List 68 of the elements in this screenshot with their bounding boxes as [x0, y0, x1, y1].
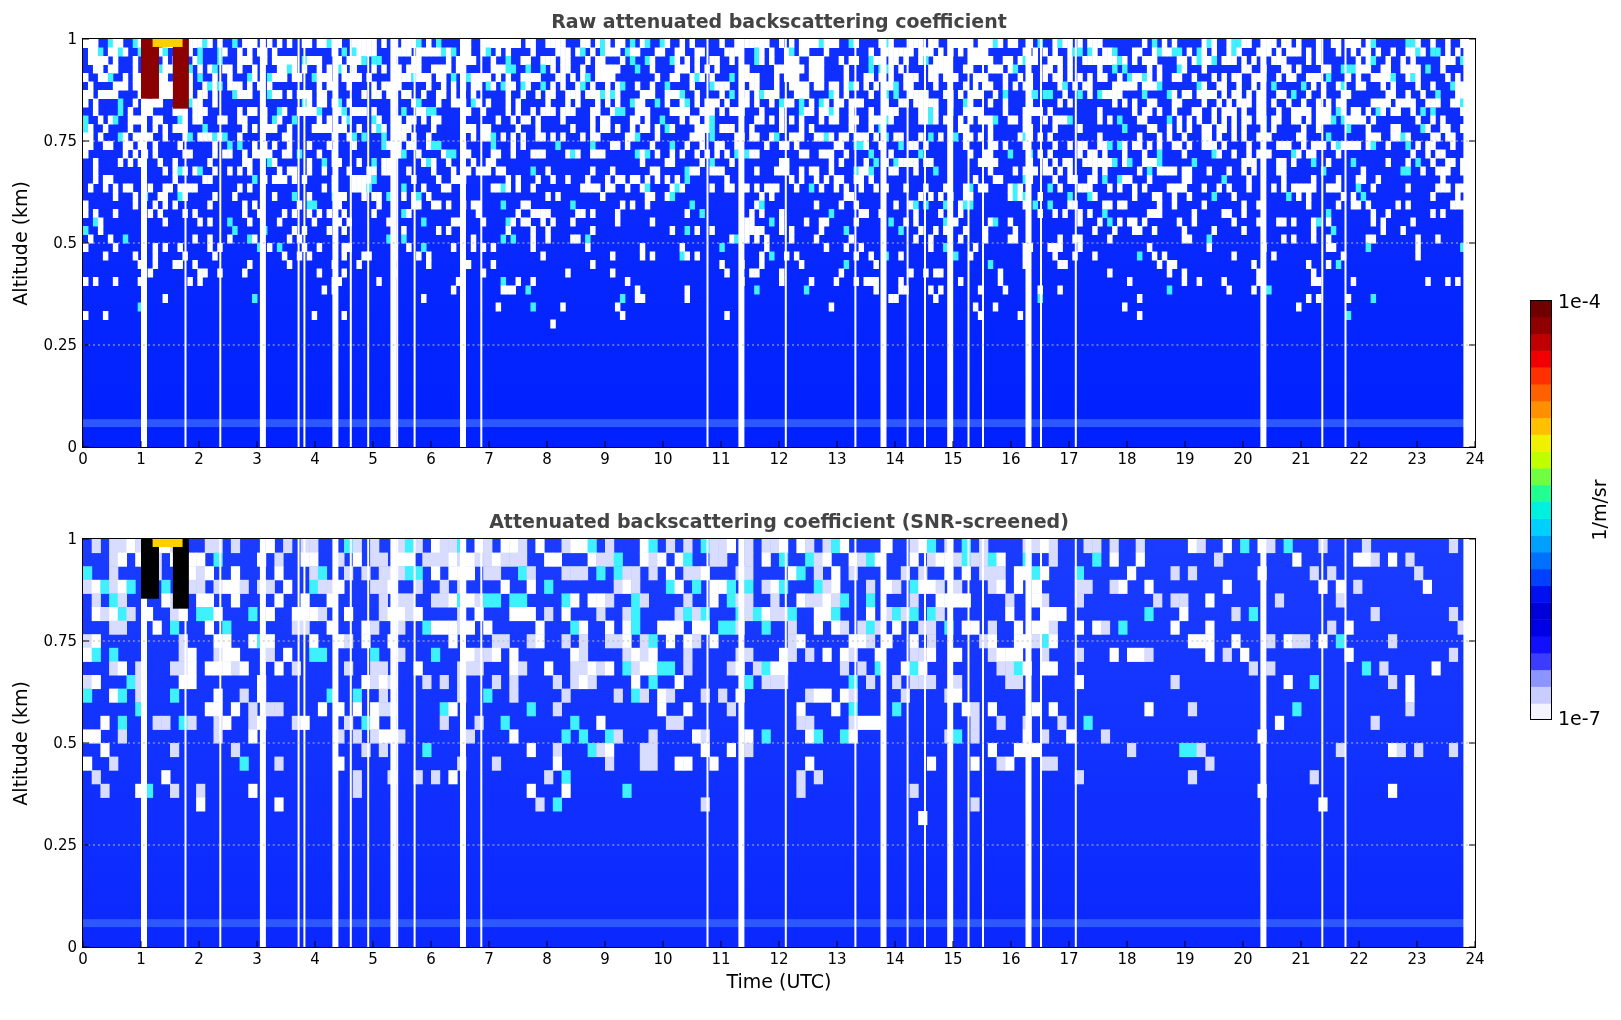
tick-label: 13: [827, 450, 847, 468]
tick-label: 0: [78, 950, 88, 968]
tick-label: 10: [653, 950, 673, 968]
tick-label: 15: [943, 450, 963, 468]
tick-label: 21: [1291, 950, 1311, 968]
colorbar-label: 1/m/sr: [1588, 479, 1610, 541]
tick-label: 24: [1465, 450, 1485, 468]
tick-label: 16: [1001, 450, 1021, 468]
tick-label: 7: [484, 950, 494, 968]
tick-label: 22: [1349, 450, 1369, 468]
tick-label: 18: [1117, 450, 1137, 468]
tick-label: 12: [769, 950, 789, 968]
tick-label: 1: [67, 530, 77, 548]
colorbar-tick-label: 1e-4: [1558, 292, 1601, 311]
tick-label: 18: [1117, 950, 1137, 968]
tick-label: 0.25: [43, 336, 77, 354]
tick-label: 24: [1465, 950, 1485, 968]
tick-label: 0.5: [53, 234, 77, 252]
tick-label: 13: [827, 950, 847, 968]
tick-label: 1: [67, 30, 77, 48]
tick-label: 1: [136, 950, 146, 968]
tick-label: 5: [368, 450, 378, 468]
tick-label: 16: [1001, 950, 1021, 968]
tick-label: 4: [310, 450, 320, 468]
tick-label: 2: [194, 950, 204, 968]
tick-label: 0: [67, 438, 77, 456]
axis-label: Altitude (km): [9, 680, 31, 806]
tick-label: 5: [368, 950, 378, 968]
colorbar-tick-label: 1e-7: [1558, 709, 1601, 728]
tick-label: 0: [67, 938, 77, 956]
axis-label: Time (UTC): [725, 970, 833, 992]
axis-label: Altitude (km): [9, 180, 31, 306]
tick-label: 23: [1407, 450, 1427, 468]
tick-label: 3: [252, 450, 262, 468]
tick-label: 12: [769, 450, 789, 468]
tick-label: 14: [885, 450, 905, 468]
tick-label: 0.5: [53, 734, 77, 752]
tick-label: 0: [78, 450, 88, 468]
tick-label: 10: [653, 450, 673, 468]
tick-label: 8: [542, 950, 552, 968]
tick-label: 8: [542, 450, 552, 468]
tick-label: 3: [252, 950, 262, 968]
tick-label: 4: [310, 950, 320, 968]
tick-label: 20: [1233, 450, 1253, 468]
tick-label: 9: [600, 950, 610, 968]
tick-label: 21: [1291, 450, 1311, 468]
tick-label: 1: [136, 450, 146, 468]
chart-title: Raw attenuated backscattering coefficient: [550, 9, 1008, 34]
tick-label: 11: [711, 950, 731, 968]
tick-label: 19: [1175, 950, 1195, 968]
tick-label: 22: [1349, 950, 1369, 968]
tick-label: 9: [600, 450, 610, 468]
tick-label: 6: [426, 950, 436, 968]
chart-title: Attenuated backscattering coefficient (SNR-screened): [488, 509, 1070, 534]
tick-label: 0.75: [43, 632, 77, 650]
tick-label: 6: [426, 450, 436, 468]
tick-label: 23: [1407, 950, 1427, 968]
tick-label: 17: [1059, 450, 1079, 468]
tick-label: 20: [1233, 950, 1253, 968]
tick-label: 2: [194, 450, 204, 468]
tick-label: 11: [711, 450, 731, 468]
tick-label: 7: [484, 450, 494, 468]
tick-label: 0.25: [43, 836, 77, 854]
tick-label: 15: [943, 950, 963, 968]
tick-label: 17: [1059, 950, 1079, 968]
tick-label: 0.75: [43, 132, 77, 150]
tick-label: 14: [885, 950, 905, 968]
tick-label: 19: [1175, 450, 1195, 468]
